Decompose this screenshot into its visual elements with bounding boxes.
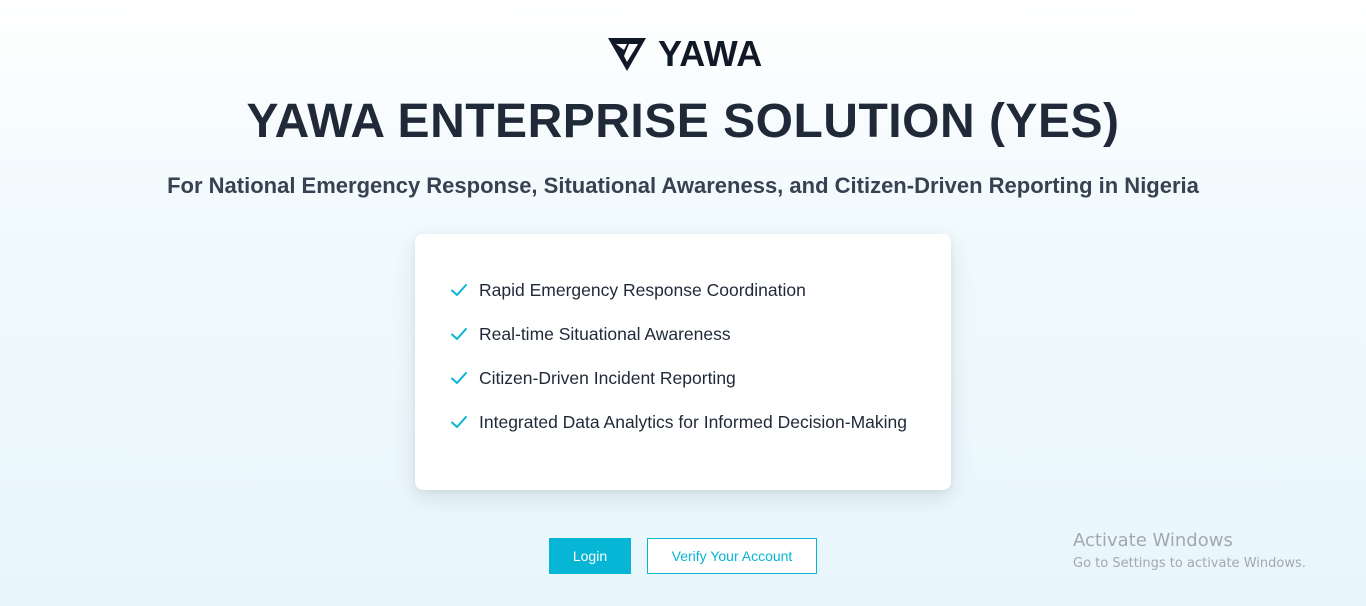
feature-label: Integrated Data Analytics for Informed D… [479,412,907,432]
login-button[interactable]: Login [549,538,631,574]
page-subtitle: For National Emergency Response, Situati… [167,173,1199,198]
watermark-title: Activate Windows [1073,530,1233,551]
check-icon [449,280,469,300]
brand-logo: YAWA [607,34,763,74]
watermark-subtitle: Go to Settings to activate Windows. [1073,556,1306,571]
feature-label: Real-time Situational Awareness [479,324,731,344]
yawa-logo-icon [607,35,647,73]
verify-account-button[interactable]: Verify Your Account [647,538,817,574]
check-icon [449,324,469,344]
feature-label: Rapid Emergency Response Coordination [479,280,806,300]
features-card: Rapid Emergency Response Coordination Re… [415,234,951,490]
feature-label: Citizen-Driven Incident Reporting [479,368,736,388]
page-title: YAWA ENTERPRISE SOLUTION (YES) [246,95,1120,148]
brand-name: YAWA [658,33,763,74]
feature-item: Citizen-Driven Incident Reporting [449,356,951,400]
feature-item: Real-time Situational Awareness [449,312,951,356]
feature-list: Rapid Emergency Response Coordination Re… [449,268,951,444]
feature-item: Rapid Emergency Response Coordination [449,268,951,312]
feature-item: Integrated Data Analytics for Informed D… [449,400,951,444]
check-icon [449,368,469,388]
check-icon [449,412,469,432]
activate-windows-watermark: Activate Windows Go to Settings to activ… [1073,530,1306,574]
